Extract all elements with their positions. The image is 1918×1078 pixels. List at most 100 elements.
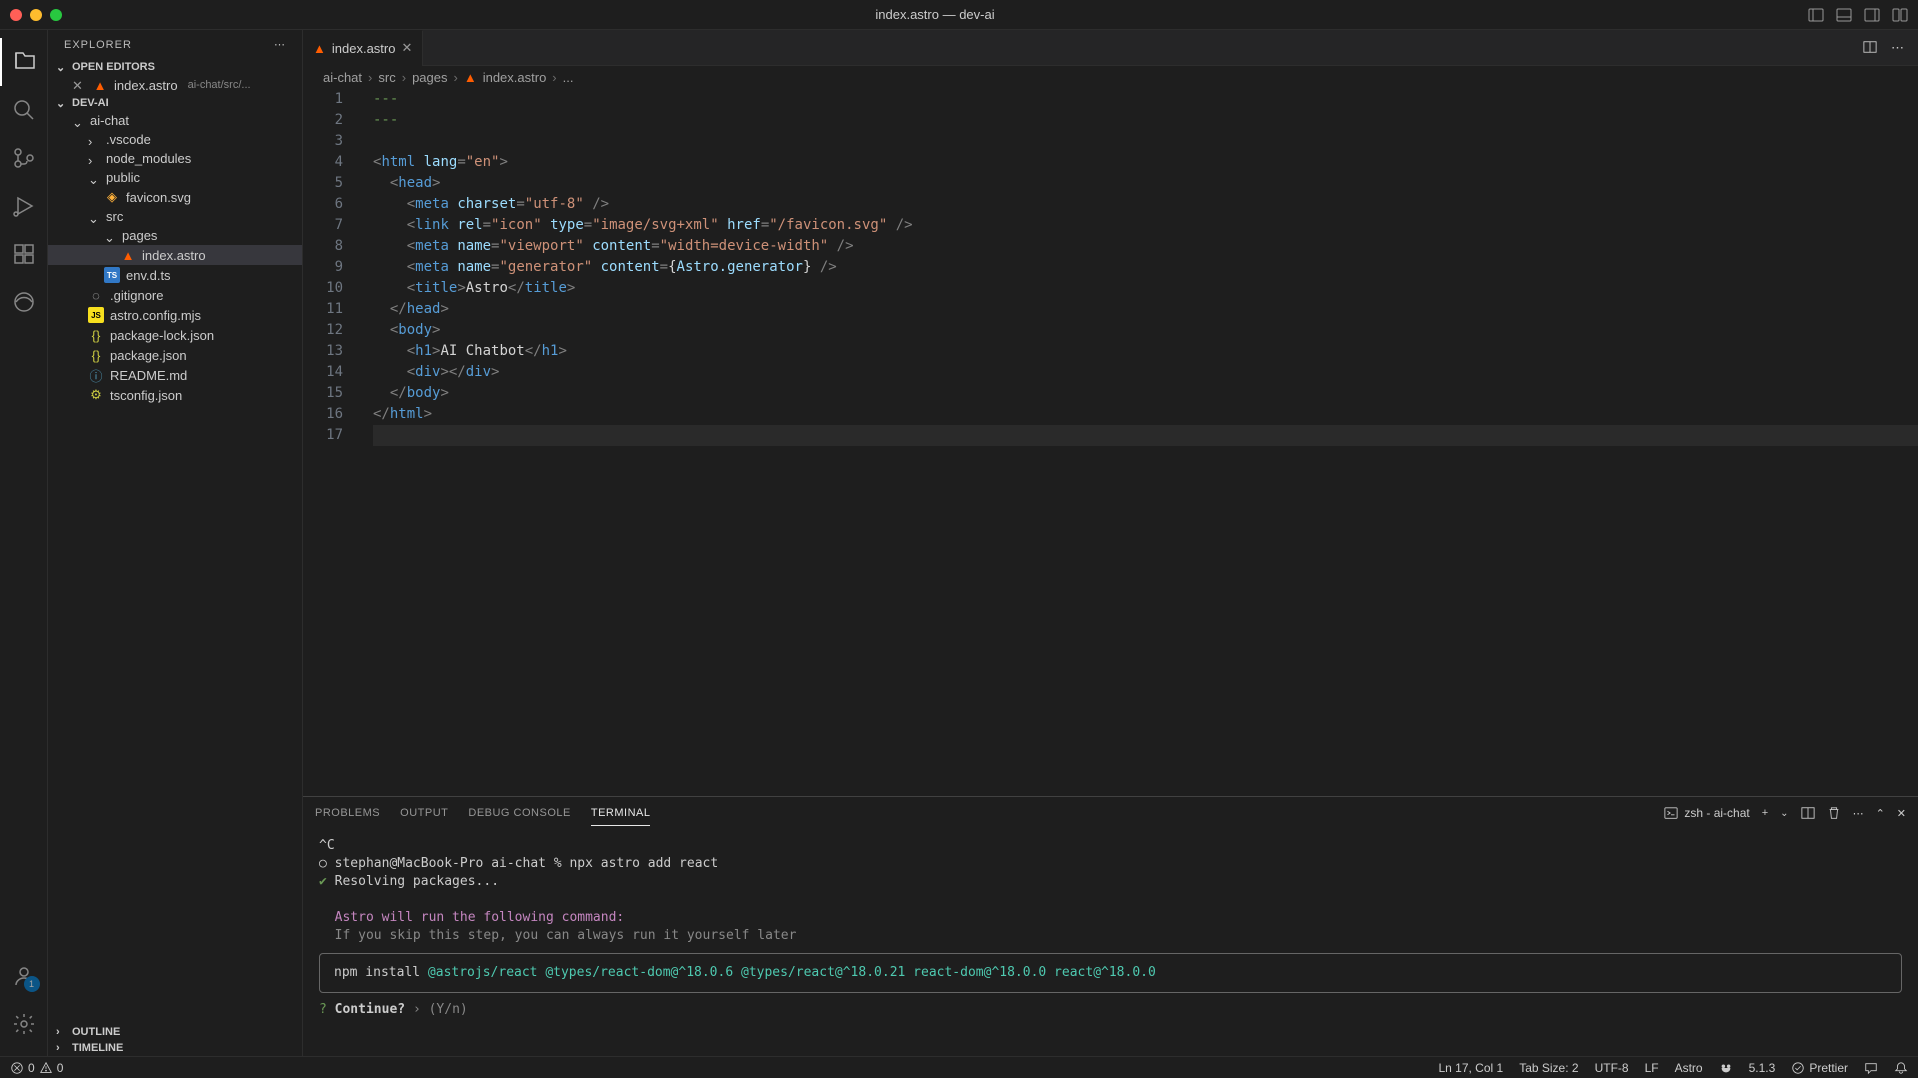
folder-vscode[interactable]: › .vscode xyxy=(48,130,302,149)
file-favicon[interactable]: ◈ favicon.svg xyxy=(48,187,302,207)
terminal-line xyxy=(319,891,1902,909)
file-tsconfig[interactable]: ⚙ tsconfig.json xyxy=(48,385,302,405)
chevron-down-icon: ⌄ xyxy=(88,211,100,223)
file-package-json[interactable]: {} package.json xyxy=(48,345,302,365)
output-tab[interactable]: OUTPUT xyxy=(400,801,448,825)
more-actions-icon[interactable]: ⋯ xyxy=(1891,40,1904,56)
check-circle-icon xyxy=(1791,1061,1805,1075)
file-index-astro[interactable]: ▲ index.astro xyxy=(48,245,302,265)
explorer-activity-icon[interactable] xyxy=(0,38,48,86)
chevron-right-icon: › xyxy=(88,134,100,146)
status-errors[interactable]: 0 0 xyxy=(10,1061,63,1075)
split-editor-icon[interactable] xyxy=(1863,40,1877,54)
statusbar: 0 0 Ln 17, Col 1 Tab Size: 2 UTF-8 LF As… xyxy=(0,1056,1918,1078)
file-env-d-ts[interactable]: TS env.d.ts xyxy=(48,265,302,285)
window-title: index.astro — dev-ai xyxy=(62,7,1808,22)
astro-file-icon: ▲ xyxy=(464,70,477,85)
terminal-content[interactable]: ^C ○ stephan@MacBook-Pro ai-chat % npx a… xyxy=(303,829,1918,1056)
close-window-button[interactable] xyxy=(10,9,22,21)
problems-tab[interactable]: PROBLEMS xyxy=(315,801,380,825)
more-icon[interactable]: ⋯ xyxy=(1853,807,1864,820)
status-feedback-icon[interactable] xyxy=(1864,1061,1878,1075)
edge-activity-icon[interactable] xyxy=(0,278,48,326)
error-icon xyxy=(10,1061,24,1075)
status-tab-size[interactable]: Tab Size: 2 xyxy=(1519,1061,1578,1075)
status-prettier[interactable]: Prettier xyxy=(1791,1061,1848,1075)
file-gitignore[interactable]: ◌ .gitignore xyxy=(48,285,302,305)
folder-ai-chat[interactable]: ⌄ ai-chat xyxy=(48,111,302,130)
settings-activity-icon[interactable] xyxy=(0,1000,48,1048)
folder-node-modules[interactable]: › node_modules xyxy=(48,149,302,168)
status-cursor[interactable]: Ln 17, Col 1 xyxy=(1438,1061,1503,1075)
outline-section[interactable]: › OUTLINE xyxy=(48,1024,302,1040)
folder-src[interactable]: ⌄ src xyxy=(48,207,302,226)
file-package-lock[interactable]: {} package-lock.json xyxy=(48,325,302,345)
search-activity-icon[interactable] xyxy=(0,86,48,134)
maximize-window-button[interactable] xyxy=(50,9,62,21)
trash-icon[interactable] xyxy=(1827,806,1841,820)
warning-icon xyxy=(39,1061,53,1075)
extensions-activity-icon[interactable] xyxy=(0,230,48,278)
breadcrumb-item[interactable]: index.astro xyxy=(483,70,547,85)
panel-bottom-icon[interactable] xyxy=(1836,7,1852,23)
source-control-activity-icon[interactable] xyxy=(0,134,48,182)
debug-console-tab[interactable]: DEBUG CONSOLE xyxy=(468,801,570,825)
terminal-dropdown-icon[interactable]: ⌄ xyxy=(1780,808,1788,819)
close-panel-icon[interactable]: ✕ xyxy=(1897,807,1906,820)
project-section[interactable]: ⌄ DEV-AI xyxy=(48,95,302,111)
new-terminal-icon[interactable]: + xyxy=(1762,807,1768,819)
window-controls xyxy=(10,9,62,21)
timeline-section[interactable]: › TIMELINE xyxy=(48,1040,302,1056)
bottom-panel: PROBLEMS OUTPUT DEBUG CONSOLE TERMINAL z… xyxy=(303,796,1918,1056)
code-editor[interactable]: 1234567891011121314151617 --- --- <html … xyxy=(303,89,1918,796)
accounts-activity-icon[interactable]: 1 xyxy=(0,952,48,1000)
open-editor-item[interactable]: ✕ ▲ index.astro ai-chat/src/... xyxy=(48,75,302,95)
run-debug-activity-icon[interactable] xyxy=(0,182,48,230)
status-bell-icon[interactable] xyxy=(1894,1061,1908,1075)
line-gutter: 1234567891011121314151617 xyxy=(303,89,363,796)
chevron-right-icon: › xyxy=(453,70,457,85)
terminal-line: ✔ Resolving packages... xyxy=(319,873,1902,891)
tab-index-astro[interactable]: ▲ index.astro ✕ xyxy=(303,30,423,66)
sidebar-more-icon[interactable]: ⋯ xyxy=(274,38,286,51)
terminal-tab[interactable]: TERMINAL xyxy=(591,801,651,826)
terminal-prompt[interactable]: ? Continue? › (Y/n) xyxy=(319,1001,1902,1019)
split-terminal-icon[interactable] xyxy=(1801,806,1815,820)
astro-file-icon: ▲ xyxy=(92,77,108,93)
gitignore-file-icon: ◌ xyxy=(88,287,104,303)
sidebar-title: EXPLORER xyxy=(64,39,132,51)
breadcrumb-item[interactable]: pages xyxy=(412,70,447,85)
chevron-down-icon: ⌄ xyxy=(72,115,84,127)
code-content[interactable]: --- --- <html lang="en"> <head> <meta ch… xyxy=(363,89,1918,796)
chevron-up-icon[interactable]: ⌃ xyxy=(1876,807,1885,820)
folder-pages[interactable]: ⌄ pages xyxy=(48,226,302,245)
chevron-right-icon: › xyxy=(402,70,406,85)
open-editors-section[interactable]: ⌄ OPEN EDITORS xyxy=(48,59,302,75)
terminal-selector[interactable]: zsh - ai-chat xyxy=(1664,806,1749,820)
status-copilot-icon[interactable] xyxy=(1719,1061,1733,1075)
minimize-window-button[interactable] xyxy=(30,9,42,21)
tsconfig-file-icon: ⚙ xyxy=(88,387,104,403)
activity-bar: 1 xyxy=(0,30,48,1056)
panel-left-icon[interactable] xyxy=(1808,7,1824,23)
file-readme[interactable]: ⓘ README.md xyxy=(48,365,302,385)
json-file-icon: {} xyxy=(88,347,104,363)
breadcrumb-item[interactable]: ... xyxy=(563,70,574,85)
breadcrumb-item[interactable]: ai-chat xyxy=(323,70,362,85)
file-astro-config[interactable]: JS astro.config.mjs xyxy=(48,305,302,325)
close-tab-icon[interactable]: ✕ xyxy=(401,40,412,56)
folder-public[interactable]: ⌄ public xyxy=(48,168,302,187)
status-language[interactable]: Astro xyxy=(1675,1061,1703,1075)
layout-icon[interactable] xyxy=(1892,7,1908,23)
terminal-line: ^C xyxy=(319,837,1902,855)
ts-file-icon: TS xyxy=(104,267,120,283)
status-version[interactable]: 5.1.3 xyxy=(1749,1061,1776,1075)
status-eol[interactable]: LF xyxy=(1645,1061,1659,1075)
terminal-command-box: npm install @astrojs/react @types/react-… xyxy=(319,953,1902,993)
breadcrumbs[interactable]: ai-chat › src › pages › ▲ index.astro › … xyxy=(303,66,1918,89)
status-encoding[interactable]: UTF-8 xyxy=(1595,1061,1629,1075)
close-icon[interactable]: ✕ xyxy=(72,78,86,92)
breadcrumb-item[interactable]: src xyxy=(378,70,395,85)
panel-right-icon[interactable] xyxy=(1864,7,1880,23)
astro-file-icon: ▲ xyxy=(313,41,326,56)
